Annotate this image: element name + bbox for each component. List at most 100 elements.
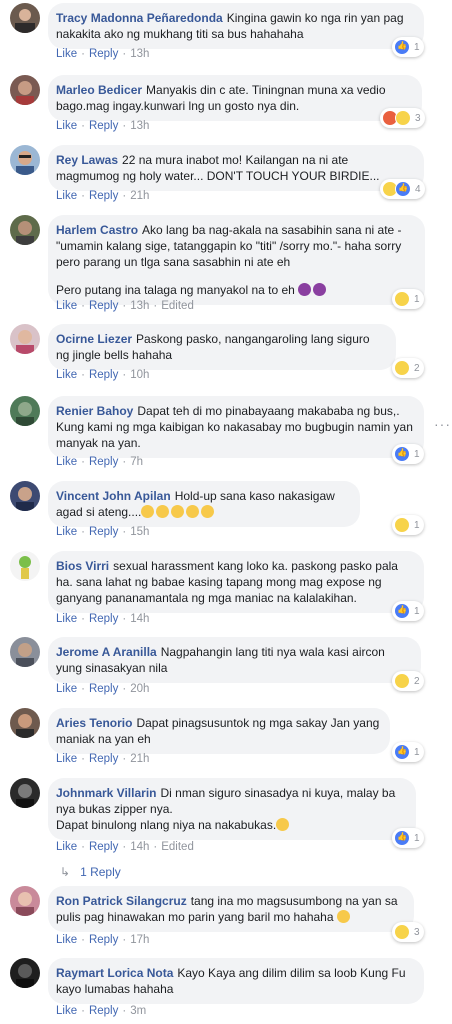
reply-button[interactable]: Reply (89, 841, 118, 853)
reaction-summary[interactable]: 4 (380, 179, 425, 199)
comment-author[interactable]: Tracy Madonna Peñaredonda (56, 11, 223, 25)
reply-button[interactable]: Reply (89, 300, 118, 312)
comment-author[interactable]: Ron Patrick Silangcruz (56, 894, 187, 908)
comment-bubble: Vincent John Apilan Hold-up sana kaso nak… (48, 481, 360, 527)
comment-actions: Like · Reply · 21h (56, 753, 150, 765)
reaction-summary[interactable]: 3 (380, 108, 425, 128)
avatar[interactable] (10, 551, 40, 581)
reaction-summary[interactable]: 3 (392, 922, 424, 942)
comment-timestamp[interactable]: 3m (130, 1005, 146, 1017)
comment-timestamp[interactable]: 13h (130, 300, 149, 312)
reaction-summary[interactable]: 2 (392, 358, 424, 378)
reaction-summary[interactable]: 1 (392, 828, 424, 848)
reaction-summary[interactable]: 1 (392, 742, 424, 762)
comment-author[interactable]: Jerome A Aranilla (56, 645, 157, 659)
comment-bubble: Renier Bahoy Dapat teh di mo pinabayaang … (48, 396, 424, 458)
like-button[interactable]: Like (56, 526, 77, 538)
more-options-button[interactable]: ··· (434, 416, 451, 432)
comment-timestamp[interactable]: 17h (130, 934, 149, 946)
like-button[interactable]: Like (56, 841, 77, 853)
comment-author[interactable]: Johnmark Villarin (56, 786, 156, 800)
comment-author[interactable]: Renier Bahoy (56, 404, 133, 418)
comment-timestamp[interactable]: 10h (130, 369, 149, 381)
reply-button[interactable]: Reply (89, 369, 118, 381)
reaction-count: 1 (414, 448, 420, 460)
reaction-summary[interactable]: 2 (392, 671, 424, 691)
comment-author[interactable]: Ocirne Liezer (56, 332, 132, 346)
like-button[interactable]: Like (56, 300, 77, 312)
avatar[interactable] (10, 778, 40, 808)
reply-button[interactable]: Reply (89, 190, 118, 202)
comment-author[interactable]: Marleo Bedicer (56, 83, 142, 97)
comment-actions: Like · Reply · 13h (56, 120, 150, 132)
avatar[interactable] (10, 396, 40, 426)
like-button[interactable]: Like (56, 120, 77, 132)
grin-emoji-icon (336, 910, 350, 923)
avatar[interactable] (10, 637, 40, 667)
reply-button[interactable]: Reply (89, 753, 118, 765)
view-replies-label[interactable]: 1 Reply (80, 865, 121, 879)
avatar[interactable] (10, 75, 40, 105)
like-button[interactable]: Like (56, 48, 77, 60)
avatar[interactable] (10, 215, 40, 245)
reply-button[interactable]: Reply (89, 1005, 118, 1017)
comment-timestamp[interactable]: 21h (130, 753, 149, 765)
reply-button[interactable]: Reply (89, 120, 118, 132)
reply-button[interactable]: Reply (89, 613, 118, 625)
reply-button[interactable]: Reply (89, 456, 118, 468)
avatar[interactable] (10, 145, 40, 175)
avatar[interactable] (10, 708, 40, 738)
reaction-summary[interactable]: 1 (392, 601, 424, 621)
edited-label[interactable]: Edited (161, 841, 194, 853)
like-reaction-icon (395, 181, 411, 197)
edited-label[interactable]: Edited (161, 300, 194, 312)
comment-timestamp[interactable]: 20h (130, 683, 149, 695)
avatar[interactable] (10, 3, 40, 33)
reaction-summary[interactable]: 1 (392, 37, 424, 57)
comment-author[interactable]: Vincent John Apilan (56, 489, 171, 503)
comment-actions: Like · Reply · 13h · Edited (56, 300, 194, 312)
like-button[interactable]: Like (56, 934, 77, 946)
comment-author[interactable]: Harlem Castro (56, 223, 138, 237)
comment-author[interactable]: Aries Tenorio (56, 716, 132, 730)
comment-timestamp[interactable]: 14h (130, 613, 149, 625)
like-button[interactable]: Like (56, 683, 77, 695)
comment-author[interactable]: Bios Virri (56, 559, 109, 573)
comment-timestamp[interactable]: 15h (130, 526, 149, 538)
comment-timestamp[interactable]: 21h (130, 190, 149, 202)
comment-timestamp[interactable]: 13h (130, 48, 149, 60)
view-replies-link[interactable]: ↳ 1 Reply (60, 865, 121, 879)
like-button[interactable]: Like (56, 369, 77, 381)
comment-timestamp[interactable]: 14h (130, 841, 149, 853)
avatar[interactable] (10, 958, 40, 988)
avatar[interactable] (10, 324, 40, 354)
like-button[interactable]: Like (56, 1005, 77, 1017)
haha-reaction-icon (394, 673, 410, 689)
reaction-summary[interactable]: 1 (392, 289, 424, 309)
comment-bubble: Marleo Bedicer Manyakis din c ate. Tining… (48, 75, 422, 121)
reaction-count: 2 (414, 675, 420, 687)
reply-button[interactable]: Reply (89, 48, 118, 60)
comment-author[interactable]: Rey Lawas (56, 153, 118, 167)
reaction-summary[interactable]: 1 (392, 444, 424, 464)
comment-timestamp[interactable]: 7h (130, 456, 143, 468)
comment-actions: Like · Reply · 15h (56, 526, 150, 538)
reply-button[interactable]: Reply (89, 683, 118, 695)
comment-bubble: Tracy Madonna Peñaredonda Kingina gawin k… (48, 3, 424, 49)
comment-actions: Like · Reply · 3m (56, 1005, 147, 1017)
like-button[interactable]: Like (56, 456, 77, 468)
comment-timestamp[interactable]: 13h (130, 120, 149, 132)
reaction-count: 1 (414, 605, 420, 617)
reaction-count: 1 (414, 746, 420, 758)
comment-author[interactable]: Raymart Lorica Nota (56, 966, 173, 980)
reply-button[interactable]: Reply (89, 934, 118, 946)
reply-button[interactable]: Reply (89, 526, 118, 538)
avatar[interactable] (10, 481, 40, 511)
like-button[interactable]: Like (56, 753, 77, 765)
avatar[interactable] (10, 886, 40, 916)
like-button[interactable]: Like (56, 613, 77, 625)
reaction-count: 1 (414, 41, 420, 53)
reaction-count: 1 (414, 293, 420, 305)
reaction-summary[interactable]: 1 (392, 515, 424, 535)
like-button[interactable]: Like (56, 190, 77, 202)
